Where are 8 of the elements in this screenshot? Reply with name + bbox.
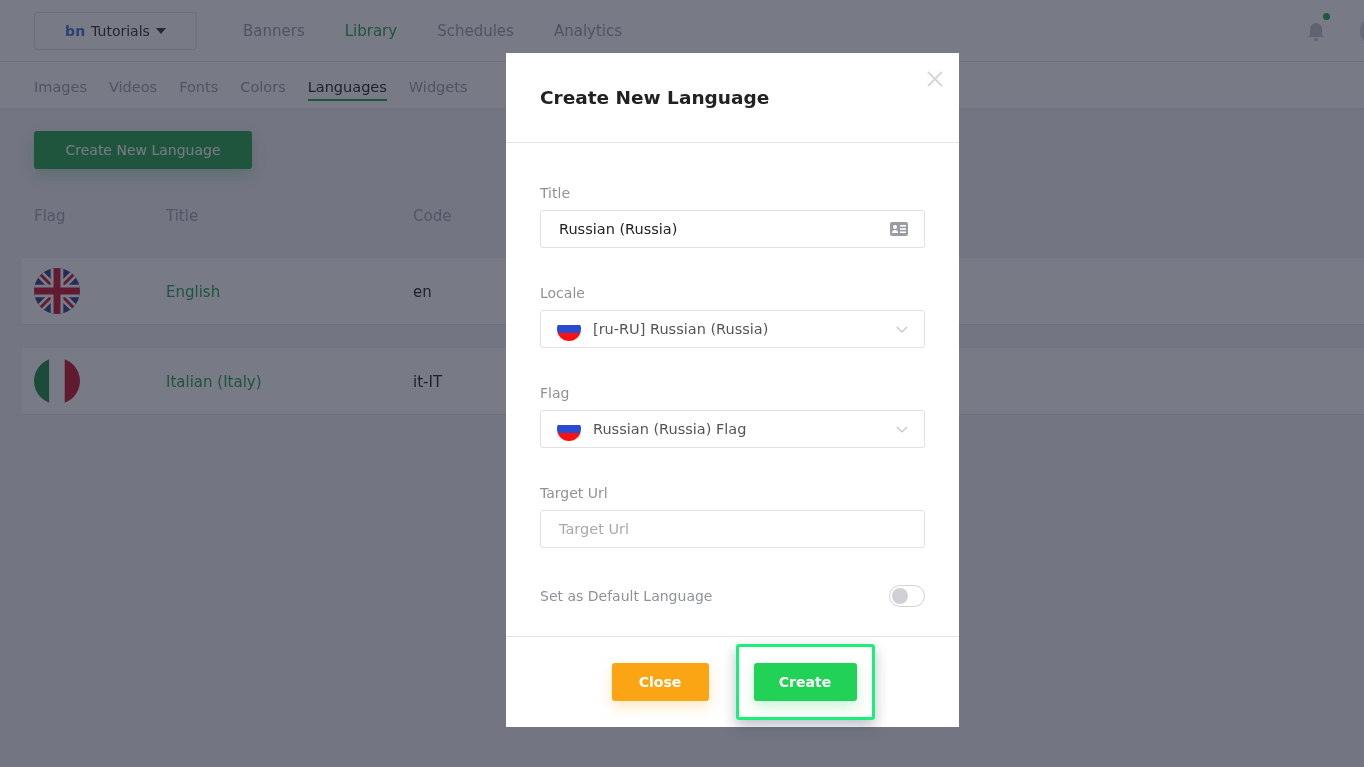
field-label: Locale (540, 285, 586, 301)
field-label: Title (540, 185, 571, 201)
language-code: it-IT (413, 372, 443, 391)
dialog-title: Create New Language (540, 87, 770, 108)
field-label: Flag (540, 385, 571, 401)
toggle-label: Set as Default Language (540, 588, 713, 604)
field-label: Target Url (540, 485, 609, 501)
language-code: en (413, 282, 432, 301)
